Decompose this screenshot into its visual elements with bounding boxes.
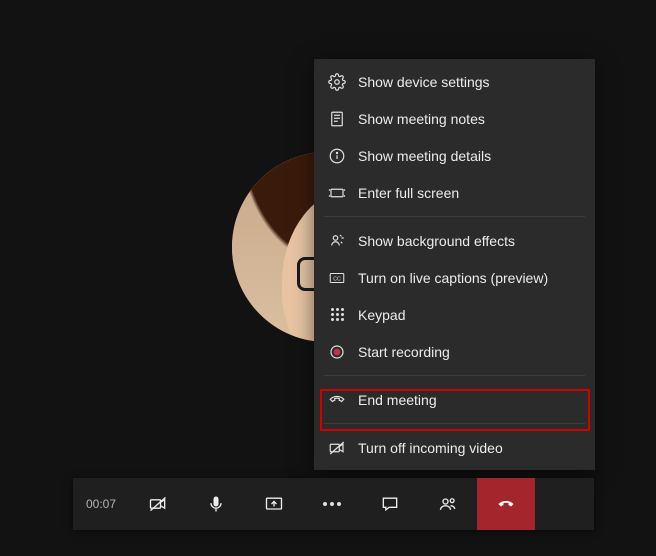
menu-item-meeting-notes[interactable]: Show meeting notes <box>314 100 595 137</box>
menu-item-end-meeting[interactable]: End meeting <box>314 381 595 418</box>
menu-item-start-recording[interactable]: Start recording <box>314 333 595 370</box>
menu-item-label: Turn off incoming video <box>358 440 503 456</box>
more-actions-menu: Show device settings Show meeting notes … <box>314 59 595 470</box>
fullscreen-icon <box>328 184 346 202</box>
info-icon <box>328 147 346 165</box>
share-screen-button[interactable] <box>245 478 303 530</box>
microphone-toggle-button[interactable] <box>187 478 245 530</box>
call-duration: 00:07 <box>73 478 129 530</box>
keypad-icon <box>328 306 346 324</box>
meeting-control-bar: 00:07 <box>73 478 594 530</box>
menu-item-label: Keypad <box>358 307 405 323</box>
show-participants-button[interactable] <box>419 478 477 530</box>
menu-item-device-settings[interactable]: Show device settings <box>314 63 595 100</box>
svg-text:CC: CC <box>333 276 341 282</box>
gear-icon <box>328 73 346 91</box>
menu-separator <box>324 423 585 424</box>
menu-item-turn-off-incoming-video[interactable]: Turn off incoming video <box>314 429 595 466</box>
menu-item-keypad[interactable]: Keypad <box>314 296 595 333</box>
show-chat-button[interactable] <box>361 478 419 530</box>
menu-separator <box>324 375 585 376</box>
background-effects-icon <box>328 232 346 250</box>
record-icon <box>328 343 346 361</box>
menu-item-meeting-details[interactable]: Show meeting details <box>314 137 595 174</box>
menu-separator <box>324 216 585 217</box>
menu-item-background-effects[interactable]: Show background effects <box>314 222 595 259</box>
menu-item-label: Enter full screen <box>358 185 459 201</box>
camera-toggle-button[interactable] <box>129 478 187 530</box>
hangup-button[interactable] <box>477 478 535 530</box>
menu-item-label: Show background effects <box>358 233 515 249</box>
video-off-icon <box>328 439 346 457</box>
menu-item-live-captions[interactable]: CC Turn on live captions (preview) <box>314 259 595 296</box>
more-actions-button[interactable] <box>303 478 361 530</box>
menu-item-label: Turn on live captions (preview) <box>358 270 548 286</box>
ellipsis-icon <box>323 502 341 506</box>
menu-item-fullscreen[interactable]: Enter full screen <box>314 174 595 211</box>
menu-item-label: Start recording <box>358 344 450 360</box>
notes-icon <box>328 110 346 128</box>
menu-item-label: Show device settings <box>358 74 490 90</box>
captions-icon: CC <box>328 269 346 287</box>
menu-item-label: Show meeting details <box>358 148 491 164</box>
menu-item-label: Show meeting notes <box>358 111 485 127</box>
phone-hangup-icon <box>328 391 346 409</box>
menu-item-label: End meeting <box>358 392 437 408</box>
